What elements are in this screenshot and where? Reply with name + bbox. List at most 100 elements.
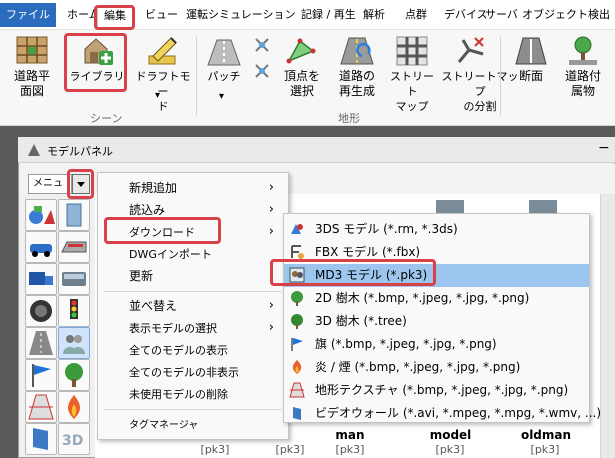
menu-separator (104, 291, 282, 292)
category-interior[interactable] (25, 295, 57, 327)
menu-item-dwg-import[interactable]: DWGインポート (98, 243, 288, 265)
submenu-item-label: 旗 (*.bmp, *.jpeg, *.jpg, *.png) (315, 337, 497, 351)
submenu-item-tree-2d[interactable]: 2D 樹木 (*.bmp, *.jpeg, *.jpg, *.png) (284, 287, 589, 310)
category-flags[interactable] (25, 359, 57, 391)
menu-button[interactable]: メニュー (28, 174, 72, 207)
tab-device[interactable]: デバイス (444, 8, 488, 22)
3ds-icon (291, 224, 303, 234)
video-icon (293, 407, 301, 420)
street-map-button[interactable]: ストリート マップ (387, 69, 437, 114)
category-roads[interactable] (25, 327, 57, 359)
menu-item-select-visible[interactable]: 表示モデルの選択 › (98, 317, 288, 339)
road-attachment-button[interactable]: 道路付 属物 (560, 69, 606, 99)
category-primitives[interactable] (25, 199, 57, 231)
map-grid-icon (16, 36, 48, 64)
category-people[interactable] (58, 327, 90, 359)
thumbnail-name[interactable]: model (423, 428, 478, 442)
category-trains[interactable] (58, 231, 90, 263)
tab-object-detection[interactable]: オブジェクト検出 (522, 8, 610, 22)
menu-item-new[interactable]: 新規追加 › (98, 177, 288, 199)
select-vertex-button[interactable]: 頂点を 選択 (278, 69, 326, 99)
traffic-light-icon (70, 299, 78, 319)
category-trucks[interactable] (25, 263, 57, 295)
chevron-right-icon: › (268, 298, 274, 313)
flag-icon (32, 364, 51, 387)
vertical-scrollbar[interactable] (600, 194, 615, 458)
menu-item-update[interactable]: 更新 › (98, 265, 288, 287)
category-terrain-texture[interactable] (25, 391, 57, 423)
road-regenerate-button[interactable]: 道路の 再生成 (332, 69, 382, 99)
menu-item-hide-all[interactable]: 全てのモデルの非表示 (98, 361, 288, 383)
group-label-scene: シーン (90, 112, 123, 125)
car-icon (30, 244, 52, 257)
panel-minimize-icon[interactable]: − (598, 140, 610, 156)
road-icon (29, 331, 53, 355)
category-3d[interactable]: 3D (58, 423, 90, 455)
menu-item-label: 新規追加 (129, 181, 178, 195)
ribbon-divider (196, 36, 197, 116)
terrain-road-icon (28, 394, 54, 420)
menu-item-delete-unused[interactable]: 未使用モデルの削除 (98, 383, 288, 405)
menubar: ファイル ホーム 編集 ビュー 運転シミュレーション 記録 / 再生 解析 点群… (0, 0, 615, 30)
thumbnail-name[interactable]: man (325, 428, 375, 442)
fbx-icon (291, 245, 304, 259)
street-map-split-button[interactable]: ストリートマップ の分割 (440, 69, 520, 114)
draft-dropdown-icon[interactable]: ▾ (155, 90, 160, 101)
menu-item-label: 並べ替え (129, 299, 178, 313)
patch-icon (207, 39, 241, 66)
panel-icon (28, 144, 40, 156)
category-signals[interactable] (58, 295, 90, 327)
chevron-right-icon: › (268, 224, 274, 239)
cross-section-button[interactable]: 断面 (510, 69, 552, 84)
category-buses[interactable] (58, 263, 90, 295)
library-highlight (64, 33, 127, 92)
ribbon-divider (500, 36, 501, 116)
tab-record-play[interactable]: 記録 / 再生 (301, 8, 356, 22)
menu-item-sort[interactable]: 並べ替え › (98, 295, 288, 317)
tab-server[interactable]: サーバ (485, 8, 518, 22)
submenu-item-terrain-texture[interactable]: 地形テクスチャ (*.bmp, *.jpeg, *.jpg, *.png) (284, 379, 589, 402)
people-icon (63, 335, 85, 354)
submenu-item-tree-3d[interactable]: 3D 樹木 (*.tree) (284, 310, 589, 333)
road-attachment-icon (569, 36, 597, 65)
street-split-icon (457, 37, 484, 63)
submenu-item-flag[interactable]: 旗 (*.bmp, *.jpeg, *.jpg, *.png) (284, 333, 589, 356)
category-trees[interactable] (58, 359, 90, 391)
thumbnail-name[interactable]: oldman (516, 428, 576, 442)
truck-icon (29, 272, 53, 285)
steering-wheel-icon (30, 300, 52, 322)
tab-driving-simulation[interactable]: 運転シミュレーション (186, 8, 296, 22)
submenu-item-label: 3D 樹木 (*.tree) (315, 314, 407, 328)
menu-item-show-all[interactable]: 全てのモデルの表示 (98, 339, 288, 361)
submenu-item-label: 2D 樹木 (*.bmp, *.jpeg, *.jpg, *.png) (315, 291, 530, 305)
submenu-item-label: ビデオウォール (*.avi, *.mpeg, *.mpg, *.wmv, ..… (315, 406, 602, 420)
submenu-item-3ds[interactable]: 3DS モデル (*.rm, *.3ds) (284, 218, 589, 241)
tab-analysis[interactable]: 解析 (363, 8, 385, 22)
category-cars[interactable] (25, 231, 57, 263)
category-buildings[interactable] (58, 199, 90, 231)
submenu-item-label: 地形テクスチャ (*.bmp, *.jpeg, *.jpg, *.png) (315, 383, 569, 397)
category-video[interactable] (25, 423, 57, 455)
submenu-item-video-wall[interactable]: ビデオウォール (*.avi, *.mpeg, *.mpg, *.wmv, ..… (284, 402, 601, 425)
fire-icon (292, 360, 302, 374)
draft-mode-button[interactable]: ドラフトモー ド (132, 69, 194, 114)
submenu-item-label: FBX モデル (*.fbx) (315, 245, 421, 259)
thumbnail-ext: [pk3] (200, 443, 230, 456)
patch-dropdown-icon[interactable]: ▾ (219, 91, 224, 102)
menu-item-label: 全てのモデルの表示 (129, 344, 228, 357)
menu-item-label: DWGインポート (129, 248, 212, 261)
road-plan-button[interactable]: 道路平 面図 (9, 69, 55, 99)
tab-view[interactable]: ビュー (145, 8, 178, 22)
model-panel-title: モデルパネル (47, 145, 113, 158)
menu-separator (104, 409, 282, 410)
svg-text:3D: 3D (62, 433, 83, 449)
menu-item-label: 更新 (129, 269, 154, 283)
category-fire[interactable] (58, 391, 90, 423)
submenu-item-fire-smoke[interactable]: 炎 / 煙 (*.bmp, *.jpeg, *.jpg, *.png) (284, 356, 589, 379)
patch-button[interactable]: パッチ (204, 69, 244, 84)
menu-item-tag-manager[interactable]: タグマネージャ (98, 413, 288, 435)
tree3d-icon (291, 314, 303, 329)
tab-file[interactable]: ファイル (0, 3, 56, 27)
shapes-icon (29, 206, 55, 224)
tab-point-cloud[interactable]: 点群 (405, 8, 427, 22)
